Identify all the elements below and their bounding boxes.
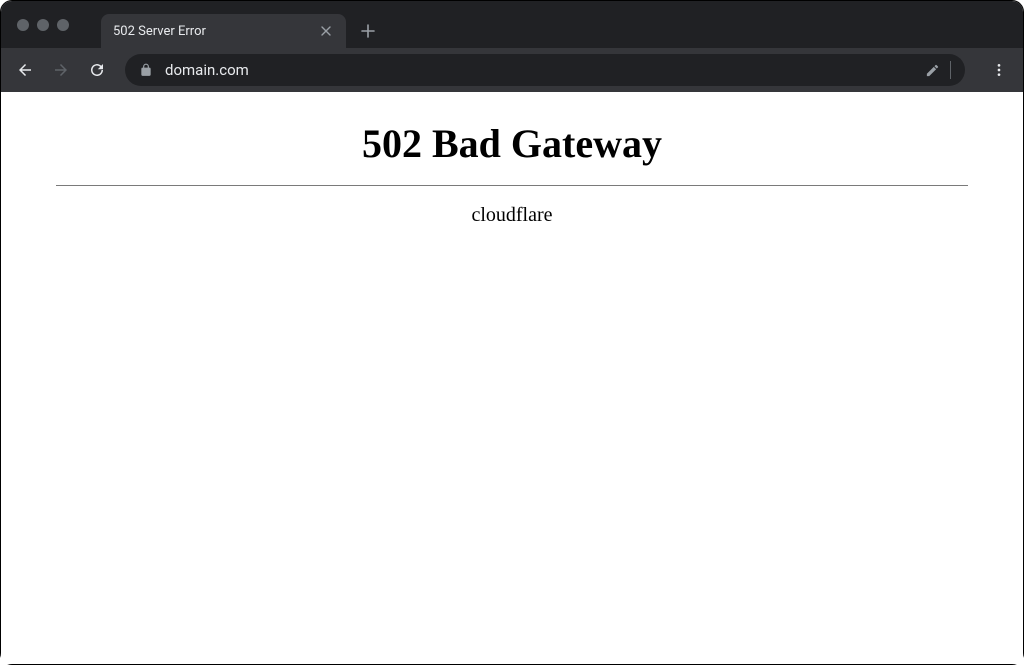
- window-close-button[interactable]: [17, 19, 29, 31]
- tabs: 502 Server Error: [101, 1, 382, 48]
- divider-line: [56, 185, 968, 186]
- back-button[interactable]: [9, 54, 41, 86]
- forward-button[interactable]: [45, 54, 77, 86]
- browser-tab[interactable]: 502 Server Error: [101, 14, 346, 48]
- browser-toolbar: domain.com: [1, 48, 1023, 92]
- browser-tab-strip: 502 Server Error: [1, 1, 1023, 48]
- new-tab-button[interactable]: [354, 17, 382, 45]
- divider: [950, 61, 951, 79]
- window-controls: [1, 19, 69, 31]
- tab-title: 502 Server Error: [113, 24, 318, 39]
- address-actions: [925, 61, 951, 79]
- close-icon[interactable]: [318, 23, 334, 39]
- edit-icon[interactable]: [925, 63, 940, 78]
- error-heading: 502 Bad Gateway: [1, 120, 1023, 167]
- lock-icon: [139, 63, 153, 77]
- browser-menu-button[interactable]: [983, 54, 1015, 86]
- page-content: 502 Bad Gateway cloudflare: [1, 92, 1023, 664]
- window-maximize-button[interactable]: [57, 19, 69, 31]
- address-bar[interactable]: domain.com: [125, 54, 965, 86]
- error-subtext: cloudflare: [1, 204, 1023, 227]
- window-minimize-button[interactable]: [37, 19, 49, 31]
- url-text: domain.com: [165, 61, 913, 79]
- reload-button[interactable]: [81, 54, 113, 86]
